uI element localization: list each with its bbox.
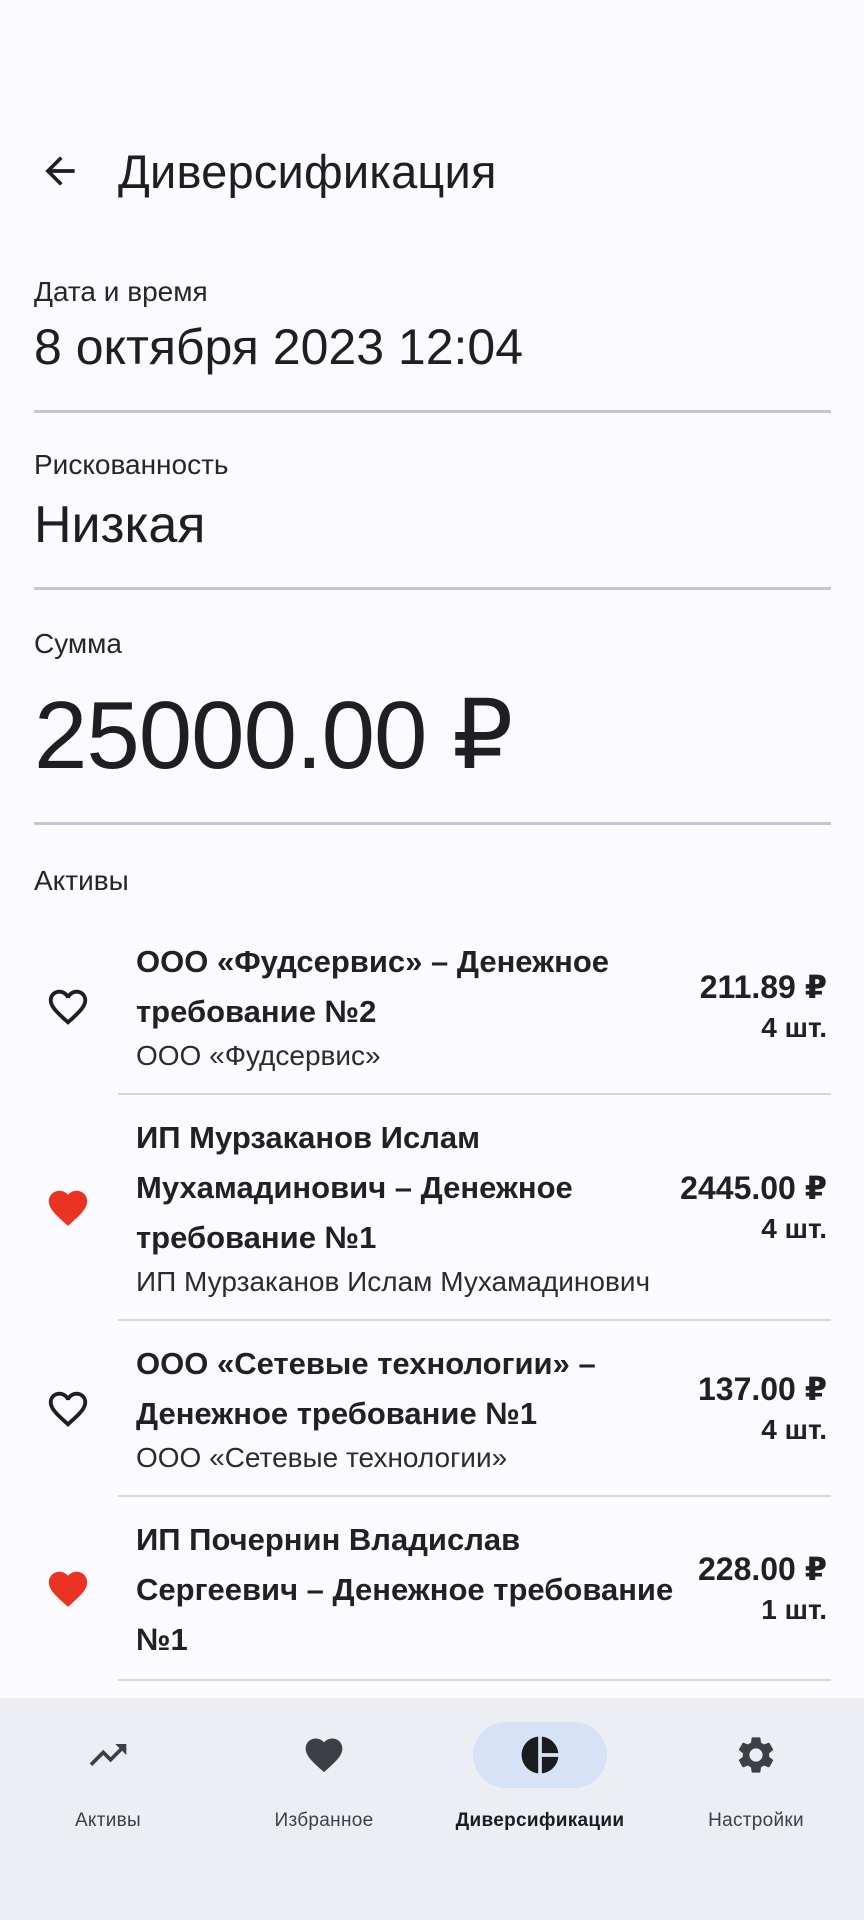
sum-value: 25000.00 ₽ [34,682,513,789]
asset-price-block: 137.00 ₽ 4 шт. [698,1368,827,1450]
asset-price: 211.89 ₽ [699,969,827,1005]
asset-list-item[interactable]: ИП Мурзаканов Ислам Мухамадинович – Дене… [34,1095,831,1321]
assets-section-label: Активы [34,865,129,896]
heart-filled-icon [48,1571,88,1607]
trending-up-icon [89,1744,127,1766]
bottom-navigation: Активы Избранное Диверсификации Настройк… [0,1698,864,1920]
asset-price: 2445.00 ₽ [680,1170,827,1206]
asset-title: ИП Мурзаканов Ислам Мухамадинович – Дене… [136,1120,573,1255]
nav-label: Избранное [274,1810,374,1831]
favorite-toggle[interactable] [34,984,136,1030]
diversification-screen: Диверсификация Дата и время 8 октября 20… [0,0,864,1920]
asset-quantity: 4 шт. [761,1213,827,1244]
asset-info: ООО «Сетевые технологии» – Денежное треб… [136,1339,674,1479]
diversification-details: Дата и время 8 октября 2023 12:04 Рисков… [34,258,831,1698]
sum-label: Сумма [34,628,122,659]
nav-settings[interactable]: Настройки [648,1698,864,1920]
nav-favorites[interactable]: Избранное [216,1698,432,1920]
asset-info: ИП Мурзаканов Ислам Мухамадинович – Дене… [136,1113,656,1303]
asset-issuer: ООО «Фудсервис» [136,1040,381,1071]
asset-price: 137.00 ₽ [697,1371,827,1407]
heart-outline-icon [48,989,88,1025]
asset-issuer: ООО «Сетевые технологии» [136,1442,508,1473]
nav-assets[interactable]: Активы [0,1698,216,1920]
date-field: Дата и время 8 октября 2023 12:04 [34,258,831,413]
risk-value: Низкая [34,496,206,554]
asset-price-block: 228.00 ₽ 1 шт. [698,1548,827,1630]
nav-diversifications[interactable]: Диверсификации [432,1698,648,1920]
asset-list-item[interactable]: ООО «Фудсервис» – Денежное требование №2… [34,919,831,1095]
asset-list: ООО «Фудсервис» – Денежное требование №2… [34,919,831,1681]
asset-price: 228.00 ₽ [697,1551,827,1587]
favorite-toggle[interactable] [34,1386,136,1432]
arrow-back-icon [45,156,75,186]
favorite-toggle[interactable] [34,1566,136,1612]
asset-info: ИП Почернин Владислав Сергеевич – Денежн… [136,1515,674,1663]
asset-price-block: 211.89 ₽ 4 шт. [700,966,827,1048]
nav-label: Активы [74,1810,142,1831]
gear-icon [738,1737,774,1773]
risk-field: Рискованность Низкая [34,413,831,590]
heart-filled-icon [48,1190,88,1226]
pie-chart-icon [521,1736,559,1774]
asset-issuer: ИП Мурзаканов Ислам Мухамадинович [136,1266,651,1297]
risk-label: Рискованность [34,449,229,480]
asset-list-item[interactable]: ИП Почернин Владислав Сергеевич – Денежн… [34,1497,831,1681]
asset-quantity: 4 шт. [761,1012,827,1043]
nav-icon-container [689,1722,823,1788]
nav-label: Диверсификации [455,1810,625,1831]
page-title: Диверсификация [118,144,497,198]
nav-label: Настройки [708,1810,804,1831]
date-value: 8 октября 2023 12:04 [34,319,524,375]
back-button[interactable] [25,136,95,206]
asset-info: ООО «Фудсервис» – Денежное требование №2… [136,937,676,1077]
nav-icon-container [41,1722,175,1788]
asset-title: ИП Почернин Владислав Сергеевич – Денежн… [136,1522,674,1657]
asset-title: ООО «Сетевые технологии» – Денежное треб… [136,1346,596,1431]
date-label: Дата и время [34,276,208,307]
asset-list-item[interactable]: ООО «Сетевые технологии» – Денежное треб… [34,1321,831,1497]
nav-icon-container [473,1722,607,1788]
asset-price-block: 2445.00 ₽ 4 шт. [680,1167,827,1249]
asset-quantity: 1 шт. [761,1594,827,1625]
asset-title: ООО «Фудсервис» – Денежное требование №2 [136,944,610,1029]
sum-field: Сумма 25000.00 ₽ [34,590,831,825]
nav-icon-container [257,1722,391,1788]
asset-quantity: 4 шт. [761,1414,827,1445]
heart-outline-icon [48,1391,88,1427]
top-app-bar: Диверсификация [0,128,864,214]
favorite-toggle[interactable] [34,1185,136,1231]
heart-icon [305,1738,343,1773]
